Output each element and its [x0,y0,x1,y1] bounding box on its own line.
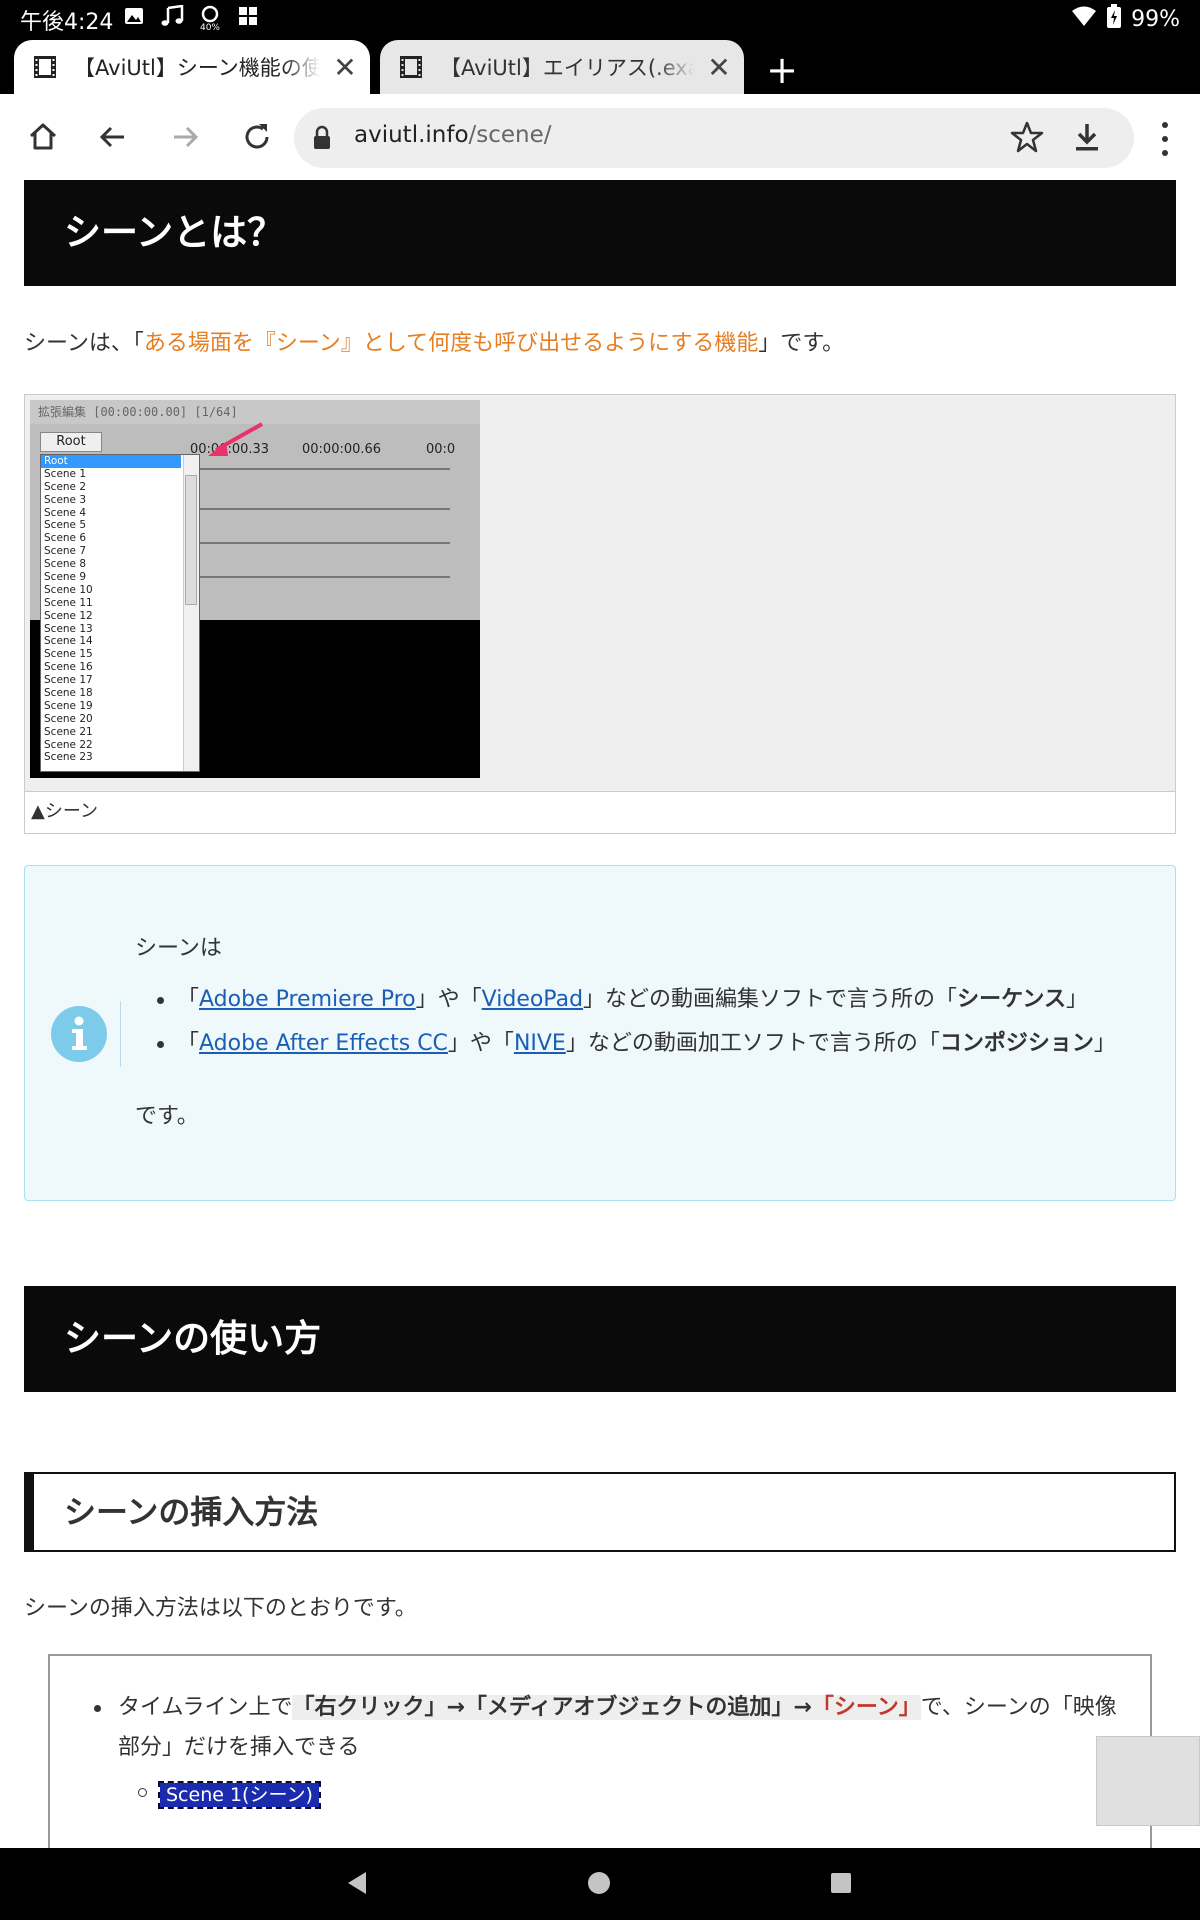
battery-icon [1107,4,1122,34]
dropdown-item: Scene 10 [44,583,93,596]
download-icon[interactable] [1070,120,1104,158]
link-adobe-premiere[interactable]: Adobe Premiere Pro [199,987,416,1012]
dropdown-item: Scene 7 [44,545,87,558]
heading-insert-method: シーンの挿入方法 [24,1472,1176,1552]
dropdown-item: Root [41,455,181,468]
figure-caption: ▲シーン [25,791,1175,833]
screenshot-title: 拡張編集 [00:00:00.00] [1/64] [30,400,480,424]
image-icon [122,5,146,29]
dropdown-item: Scene 14 [44,635,93,648]
dropdown-item: Scene 13 [44,622,93,635]
tab-scene[interactable]: 【AviUtl】シーン機能の使い方 ✕ [14,40,370,94]
navigation-bar [0,1848,1200,1920]
info-box: シーンは 「Adobe Premiere Pro」や「VideoPad」などの動… [24,865,1176,1201]
steps-box: タイムライン上で「右クリック」→「メディアオブジェクトの追加」→「シーン」で、シ… [48,1654,1152,1848]
wifi-icon [1071,5,1097,33]
address-bar[interactable]: aviutl.info/scene/ [294,108,1134,168]
dropdown-item: Scene 16 [44,661,93,674]
dropdown-item: Scene 18 [44,687,93,700]
list-item: 「Adobe After Effects CC」や「NIVE」などの動画加工ソフ… [135,1022,1155,1066]
dropdown-item: Scene 8 [44,558,87,571]
tab-title: 【AviUtl】エイリアス(.exa)機能 [440,56,694,80]
scene-dropdown: Root Scene 1 Scene 2 Scene 3 Scene 4 Scene 5S… [40,454,200,772]
heading-what-is-scene: シーンとは？ [24,180,1176,286]
lock-icon [312,125,332,155]
reload-button[interactable] [230,110,284,164]
tab-alias[interactable]: 【AviUtl】エイリアス(.exa)機能 ✕ [380,40,744,94]
web-page: シーンとは？ シーンは、「ある場面を『シーン』として何度も呼び出せるようにする機… [0,180,1200,1848]
film-icon [398,54,424,80]
nav-home-icon[interactable] [588,1872,610,1894]
forward-button[interactable] [158,110,212,164]
link-nive[interactable]: NIVE [514,1031,566,1056]
scene-chip: Scene 1(シーン) [158,1781,321,1809]
browser-toolbar: aviutl.info/scene/ [0,94,1200,180]
reload-icon [245,124,269,149]
status-time: 午後4:24 [20,10,114,35]
bookmark-star-icon[interactable] [1010,120,1044,158]
pointer-arrow [208,422,263,456]
list-item: 「Adobe Premiere Pro」や「VideoPad」などの動画編集ソフ… [135,978,1155,1022]
url-text: aviutl.info/scene/ [354,122,552,148]
arrow-right-icon [174,126,199,148]
scene-figure: 拡張編集 [00:00:00.00] [1/64] Root 00:00:00.… [24,394,1176,834]
dropdown-item: Scene 6 [44,532,87,545]
dropdown-item: Scene 19 [44,699,93,712]
dropdown-item: Scene 22 [44,738,93,751]
list-item: タイムライン上で「右クリック」→「メディアオブジェクトの追加」→「シーン」で、シ… [94,1688,1138,1768]
data-saver-icon: 40% [198,5,222,33]
music-icon [160,4,184,29]
dropdown-item: Scene 21 [44,725,93,738]
flag-icon [236,5,260,29]
info-lead: シーンは [135,936,222,961]
dropdown-item: Scene 5 [44,519,87,532]
status-bar: 午後4:24 40% 99% [0,0,1200,36]
root-button: Root [40,432,102,452]
tab-strip: 【AviUtl】シーン機能の使い方 ✕ 【AviUtl】エイリアス(.exa)機… [0,36,1200,94]
dropdown-item: Scene 12 [44,609,93,622]
film-icon [32,54,58,80]
sub-list-item: Scene 1(シーン) [138,1780,321,1809]
dropdown-item: Scene 4 [44,506,87,519]
floating-widget[interactable] [1096,1736,1200,1826]
svg-text:40%: 40% [200,23,220,31]
nav-recents-icon[interactable] [831,1873,851,1893]
nav-back-icon[interactable] [346,1870,368,1900]
home-icon [29,123,57,150]
home-button[interactable] [16,110,70,164]
tab-title: 【AviUtl】シーン機能の使い方 [74,56,320,80]
dropdown-item: Scene 11 [44,596,93,609]
intro-paragraph: シーンは、「ある場面を『シーン』として何度も呼び出せるようにする機能」です。 [24,331,845,356]
heading-how-to-use: シーンの使い方 [24,1286,1176,1392]
new-tab-button[interactable]: + [760,48,804,92]
dropdown-item: Scene 15 [44,648,93,661]
link-videopad[interactable]: VideoPad [482,987,583,1012]
back-button[interactable] [86,110,140,164]
dropdown-item: Scene 9 [44,571,87,584]
battery-percent: 99% [1131,6,1180,32]
dropdown-item: Scene 20 [44,712,93,725]
dropdown-item: Scene 1 [44,467,87,480]
dropdown-item: Scene 23 [44,751,93,764]
insert-intro: シーンの挿入方法は以下のとおりです。 [24,1596,417,1621]
dropdown-item: Scene 17 [44,674,93,687]
arrow-left-icon [99,126,124,148]
info-icon [51,1006,107,1062]
close-tab-icon[interactable]: ✕ [320,51,370,84]
close-tab-icon[interactable]: ✕ [694,51,744,84]
link-after-effects[interactable]: Adobe After Effects CC [199,1031,448,1056]
dropdown-item: Scene 2 [44,480,87,493]
timeline-screenshot: 拡張編集 [00:00:00.00] [1/64] Root 00:00:00.… [30,400,480,778]
dropdown-item: Scene 3 [44,493,87,506]
info-trail: です。 [135,1104,199,1129]
more-menu-icon[interactable] [1150,122,1180,156]
